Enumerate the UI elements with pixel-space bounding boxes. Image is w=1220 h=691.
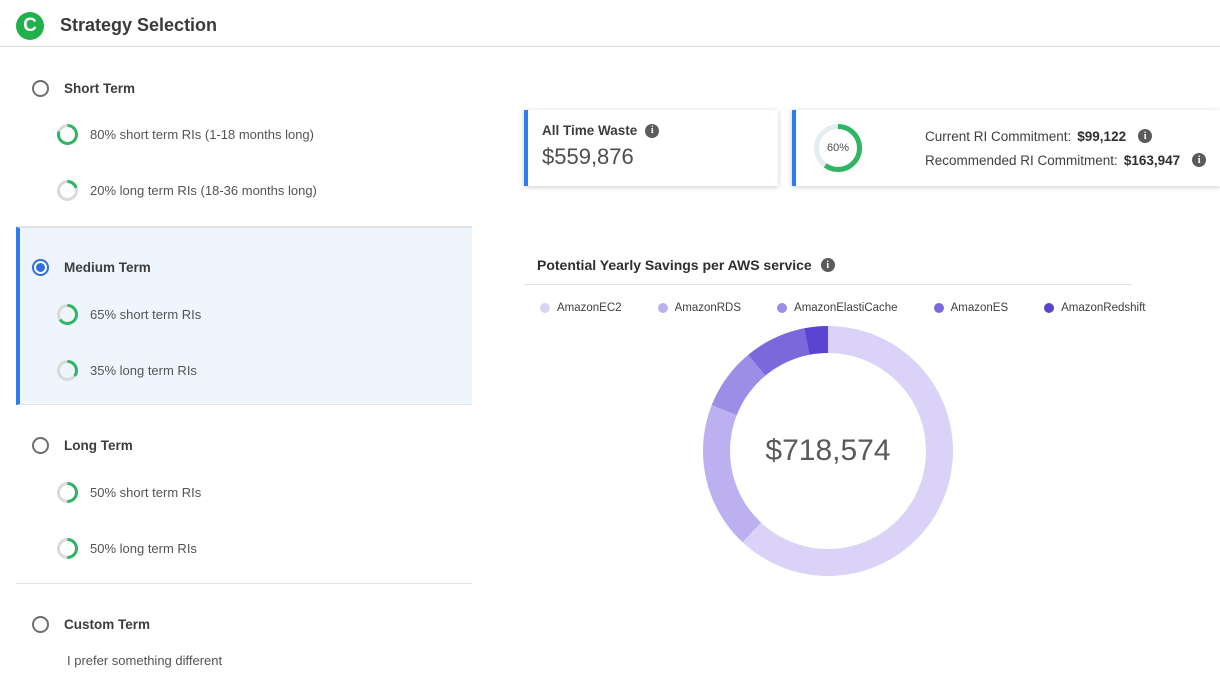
waste-card-value: $559,876: [542, 144, 762, 170]
legend-item[interactable]: AmazonRDS: [658, 302, 741, 314]
chart-divider: [524, 284, 1132, 285]
info-icon[interactable]: i: [1138, 129, 1152, 143]
legend-dot-icon: [540, 303, 550, 313]
legend-label: AmazonRedshift: [1061, 302, 1145, 314]
radio-medium-term[interactable]: [32, 259, 49, 276]
legend-dot-icon: [658, 303, 668, 313]
recommended-ri-commitment-row: Recommended RI Commitment: $163,947 i: [925, 153, 1206, 168]
legend-item[interactable]: AmazonES: [934, 302, 1009, 314]
radio-long-term[interactable]: [32, 437, 49, 454]
recommended-ri-label: Recommended RI Commitment:: [925, 153, 1118, 168]
strategy-head-long-term[interactable]: Long Term: [32, 436, 472, 454]
header: C Strategy Selection: [0, 0, 1220, 47]
commitment-gauge: 60%: [814, 124, 862, 172]
current-ri-value: $99,122: [1077, 129, 1126, 144]
donut-hole: $718,574: [730, 353, 926, 549]
ri-commitment-card: 60% Current RI Commitment: $99,122 i Rec…: [792, 110, 1220, 186]
legend-label: AmazonEC2: [557, 302, 622, 314]
progress-ring-icon: [57, 482, 78, 503]
info-icon[interactable]: i: [1192, 153, 1206, 167]
strategy-head-custom-term[interactable]: Custom Term: [32, 615, 472, 633]
strategy-label: Long Term: [64, 438, 133, 453]
progress-ring-icon: [57, 180, 78, 201]
chart-title: Potential Yearly Savings per AWS service: [537, 257, 812, 273]
custom-term-description: I prefer something different: [67, 653, 472, 668]
subitem-label: 20% long term RIs (18-36 months long): [90, 183, 317, 198]
progress-ring-icon: [57, 304, 78, 325]
strategy-label: Custom Term: [64, 617, 150, 632]
current-ri-commitment-row: Current RI Commitment: $99,122 i: [925, 129, 1206, 144]
subitem-label: 35% long term RIs: [90, 363, 197, 378]
legend-item[interactable]: AmazonRedshift: [1044, 302, 1145, 314]
donut-total-value: $718,574: [765, 434, 890, 468]
strategy-subitem: 80% short term RIs (1-18 months long): [57, 124, 472, 145]
strategy-option-custom-term[interactable]: Custom Term I prefer something different: [16, 584, 472, 691]
savings-donut-chart[interactable]: $718,574: [703, 326, 953, 576]
subitem-label: 80% short term RIs (1-18 months long): [90, 127, 314, 142]
progress-ring-icon: [57, 124, 78, 145]
app-logo-icon: C: [16, 12, 44, 40]
strategy-option-short-term[interactable]: Short Term 80% short term RIs (1-18 mont…: [16, 60, 472, 227]
legend-item[interactable]: AmazonElastiCache: [777, 302, 898, 314]
legend-item[interactable]: AmazonEC2: [540, 302, 622, 314]
legend-dot-icon: [777, 303, 787, 313]
radio-custom-term[interactable]: [32, 616, 49, 633]
strategy-subitem: 65% short term RIs: [57, 304, 472, 325]
page-title: Strategy Selection: [60, 15, 217, 36]
chart-title-row: Potential Yearly Savings per AWS service…: [537, 257, 835, 273]
subitem-label: 65% short term RIs: [90, 307, 201, 322]
subitem-label: 50% long term RIs: [90, 541, 197, 556]
legend-label: AmazonElastiCache: [794, 302, 898, 314]
legend-label: AmazonRDS: [675, 302, 741, 314]
strategy-subitem: 20% long term RIs (18-36 months long): [57, 180, 472, 201]
subitem-label: 50% short term RIs: [90, 485, 201, 500]
current-ri-label: Current RI Commitment:: [925, 129, 1071, 144]
strategy-label: Medium Term: [64, 260, 151, 275]
progress-ring-icon: [57, 360, 78, 381]
gauge-percent-label: 60%: [814, 124, 862, 172]
strategy-selection-screen: C Strategy Selection Short Term 80% shor…: [0, 0, 1220, 691]
strategy-subitem: 35% long term RIs: [57, 360, 472, 381]
progress-ring-icon: [57, 538, 78, 559]
strategy-subitem: 50% short term RIs: [57, 482, 472, 503]
legend-label: AmazonES: [951, 302, 1009, 314]
legend-dot-icon: [934, 303, 944, 313]
chart-legend: AmazonEC2 AmazonRDS AmazonElastiCache Am…: [540, 302, 1200, 314]
info-icon[interactable]: i: [821, 258, 835, 272]
legend-dot-icon: [1044, 303, 1054, 313]
strategy-head-short-term[interactable]: Short Term: [32, 79, 472, 97]
info-icon[interactable]: i: [645, 124, 659, 138]
radio-short-term[interactable]: [32, 80, 49, 97]
all-time-waste-card: All Time Waste i $559,876: [524, 110, 778, 186]
strategy-option-medium-term[interactable]: Medium Term 65% short term RIs 35% long …: [16, 227, 472, 405]
recommended-ri-value: $163,947: [1124, 153, 1180, 168]
strategy-option-long-term[interactable]: Long Term 50% short term RIs 50% long te…: [16, 405, 472, 584]
waste-card-title: All Time Waste: [542, 123, 637, 138]
strategy-label: Short Term: [64, 81, 135, 96]
strategy-head-medium-term[interactable]: Medium Term: [32, 258, 472, 276]
strategy-subitem: 50% long term RIs: [57, 538, 472, 559]
